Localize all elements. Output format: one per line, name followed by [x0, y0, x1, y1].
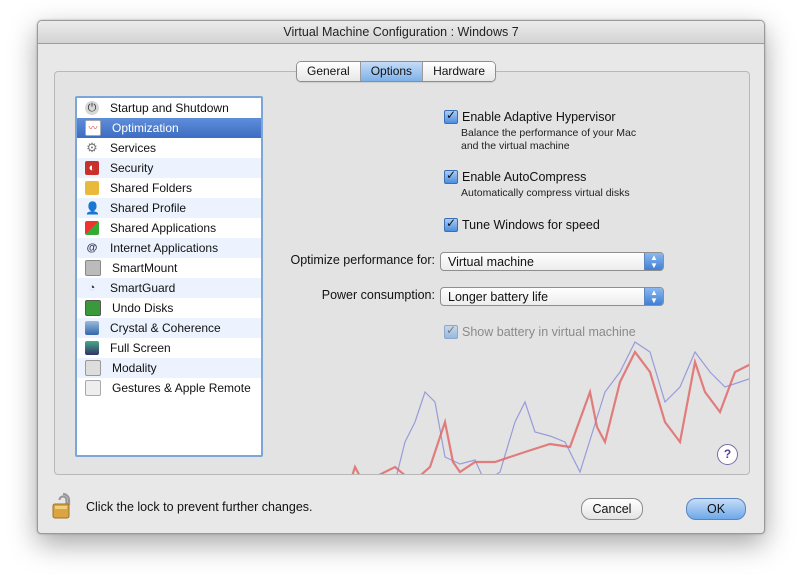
tab-options[interactable]: Options: [360, 62, 424, 81]
lock-icon[interactable]: [52, 492, 74, 520]
sidebar-item-optimization[interactable]: 〰 Optimization: [77, 118, 261, 138]
tune-windows-option[interactable]: Tune Windows for speed: [444, 216, 600, 232]
sidebar-item-internet-applications[interactable]: @ Internet Applications: [77, 238, 261, 258]
sidebar-item-label: Internet Applications: [110, 241, 219, 255]
sidebar-item-smartguard[interactable]: ◔ SmartGuard: [77, 278, 261, 298]
show-battery-checkbox[interactable]: [444, 323, 458, 339]
sidebar-item-label: Shared Applications: [110, 221, 217, 235]
sidebar-item-label: Crystal & Coherence: [110, 321, 221, 335]
adaptive-hypervisor-description: Balance the performance of your Mac and …: [461, 127, 636, 153]
sidebar-item-shared-profile[interactable]: 👤 Shared Profile: [77, 198, 261, 218]
adaptive-hypervisor-checkbox[interactable]: [444, 108, 458, 124]
autocompress-label: Enable AutoCompress: [462, 170, 587, 184]
ok-button[interactable]: OK: [686, 498, 746, 520]
gear-icon: ⚙: [86, 140, 98, 155]
tune-windows-checkbox[interactable]: [444, 216, 458, 232]
sidebar-item-label: Modality: [112, 361, 157, 375]
sidebar-item-label: SmartMount: [112, 261, 178, 275]
sidebar-item-label: Shared Profile: [110, 201, 187, 215]
smartguard-icon: ◔: [88, 282, 96, 294]
power-consumption-label: Power consumption:: [321, 288, 435, 302]
undo-disk-icon: [85, 300, 101, 316]
autocompress-checkbox[interactable]: [444, 168, 458, 184]
fullscreen-icon: [85, 341, 99, 355]
cancel-button[interactable]: Cancel: [581, 498, 643, 520]
tab-general[interactable]: General: [297, 62, 361, 81]
sidebar-item-label: Undo Disks: [112, 301, 174, 315]
sidebar-item-label: Full Screen: [110, 341, 171, 355]
show-battery-option[interactable]: Show battery in virtual machine: [444, 323, 636, 339]
power-consumption-value: Longer battery life: [448, 290, 549, 304]
sidebar-item-smartmount[interactable]: SmartMount: [77, 258, 261, 278]
sidebar-item-modality[interactable]: Modality: [77, 358, 261, 378]
show-battery-label: Show battery in virtual machine: [462, 325, 636, 339]
autocompress-description: Automatically compress virtual disks: [461, 187, 630, 199]
modality-icon: [85, 360, 101, 376]
folder-icon: [85, 181, 99, 195]
applications-icon: [85, 221, 99, 235]
tab-bar: General Options Hardware: [296, 61, 497, 82]
sidebar-item-security[interactable]: ◐ Security: [77, 158, 261, 178]
adaptive-hypervisor-desc-line1: Balance the performance of your Mac: [461, 127, 637, 139]
window-title: Virtual Machine Configuration : Windows …: [38, 21, 764, 44]
sidebar-item-shared-folders[interactable]: Shared Folders: [77, 178, 261, 198]
sidebar-item-label: SmartGuard: [110, 281, 176, 295]
sidebar-item-crystal-coherence[interactable]: Crystal & Coherence: [77, 318, 261, 338]
optimization-icon: 〰: [85, 120, 101, 136]
sidebar-item-gestures[interactable]: Gestures & Apple Remote: [77, 378, 261, 398]
sidebar-item-label: Gestures & Apple Remote: [112, 381, 251, 395]
select-arrows-icon: ▲ ▼: [644, 253, 663, 270]
sidebar-item-full-screen[interactable]: Full Screen: [77, 338, 261, 358]
autocompress-option[interactable]: Enable AutoCompress: [444, 168, 587, 184]
options-panel: ⏻ Startup and Shutdown 〰 Optimization ⚙ …: [54, 71, 750, 475]
category-list: ⏻ Startup and Shutdown 〰 Optimization ⚙ …: [75, 96, 263, 457]
smartmount-icon: [85, 260, 101, 276]
optimize-for-label: Optimize performance for:: [290, 253, 436, 267]
sidebar-item-label: Startup and Shutdown: [110, 101, 229, 115]
sidebar-item-startup[interactable]: ⏻ Startup and Shutdown: [77, 98, 261, 118]
profile-icon: 👤: [85, 201, 100, 215]
remote-icon: [85, 380, 101, 396]
optimize-for-select[interactable]: Virtual machine ▲ ▼: [440, 252, 664, 271]
select-arrows-icon: ▲ ▼: [644, 288, 663, 305]
sidebar-item-label: Services: [110, 141, 157, 155]
tab-hardware[interactable]: Hardware: [423, 62, 496, 81]
sidebar-item-label: Shared Folders: [110, 181, 193, 195]
coherence-icon: [85, 321, 99, 335]
config-window: Virtual Machine Configuration : Windows …: [37, 20, 765, 534]
tune-windows-label: Tune Windows for speed: [462, 218, 600, 232]
sidebar-item-label: Optimization: [112, 121, 179, 135]
adaptive-hypervisor-option[interactable]: Enable Adaptive Hypervisor: [444, 108, 616, 124]
adaptive-hypervisor-label: Enable Adaptive Hypervisor: [462, 110, 616, 124]
sidebar-item-undo-disks[interactable]: Undo Disks: [77, 298, 261, 318]
sidebar-item-shared-applications[interactable]: Shared Applications: [77, 218, 261, 238]
adaptive-hypervisor-desc-line2: and the virtual machine: [461, 140, 570, 152]
help-button[interactable]: ?: [717, 444, 738, 465]
optimize-for-value: Virtual machine: [448, 255, 534, 269]
power-icon: ⏻: [85, 101, 99, 115]
at-icon: @: [86, 242, 98, 254]
sidebar-item-services[interactable]: ⚙ Services: [77, 138, 261, 158]
sidebar-item-label: Security: [110, 161, 154, 175]
power-consumption-select[interactable]: Longer battery life ▲ ▼: [440, 287, 664, 306]
heartbeat-wave-graphic: [351, 341, 749, 474]
security-icon: ◐: [85, 161, 99, 175]
lock-message: Click the lock to prevent further change…: [86, 500, 313, 514]
